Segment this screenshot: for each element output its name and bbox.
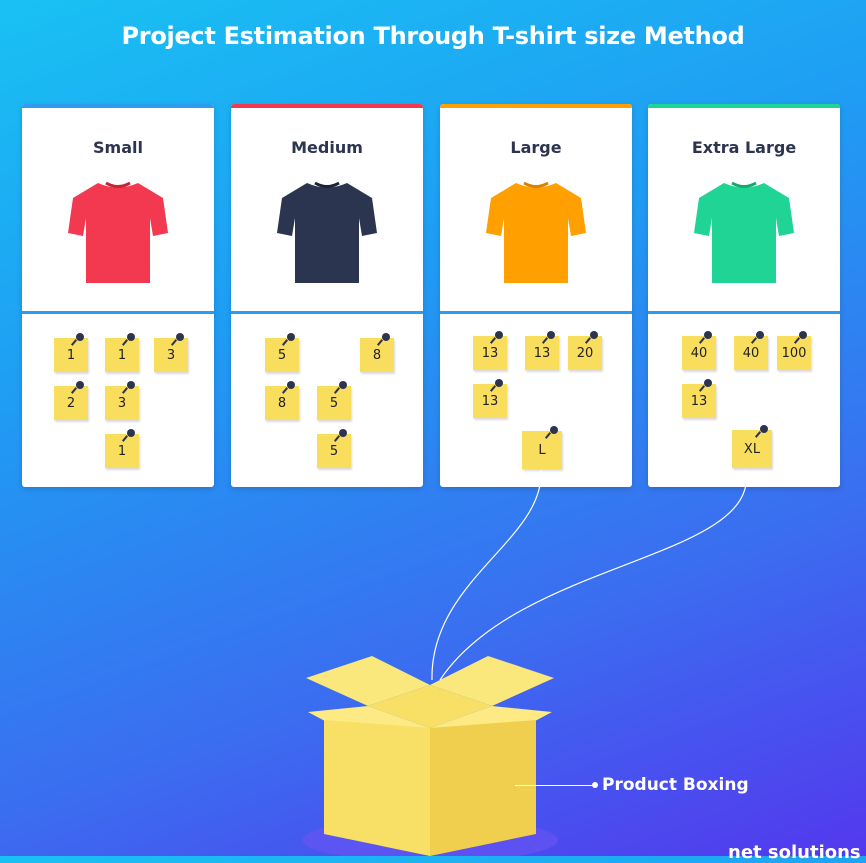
product-box-icon: [302, 656, 558, 856]
string-xl: [439, 469, 747, 681]
box-callout-dot: [592, 782, 598, 788]
box-callout-line: [515, 785, 597, 786]
product-boxing-label: Product Boxing: [602, 775, 749, 795]
string-l: [431, 469, 542, 681]
brand-logo-text: net solutions: [728, 842, 861, 863]
